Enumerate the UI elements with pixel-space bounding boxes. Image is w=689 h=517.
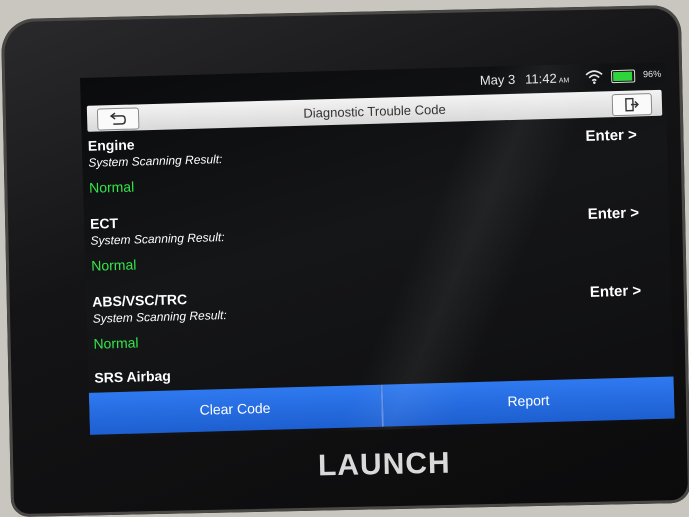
status-badge: Normal: [88, 178, 135, 196]
system-name: ECT: [89, 214, 119, 232]
screen: May 3 11:42 AM 96% Diagnostic Trouble Cod…: [80, 61, 675, 438]
brand-logo: LAUNCH: [317, 446, 451, 483]
clear-code-button[interactable]: Clear Code: [88, 384, 382, 435]
system-list: Engine System Scanning Result: Normal En…: [82, 120, 673, 370]
scan-result-label: System Scanning Result:: [88, 152, 223, 170]
system-name: Engine: [87, 136, 135, 154]
battery-fill: [613, 71, 633, 82]
scan-result-label: System Scanning Result:: [92, 307, 227, 326]
scan-result-label: System Scanning Result:: [90, 230, 225, 248]
status-badge: Normal: [93, 334, 139, 352]
partial-system-name: SRS Airbag: [94, 367, 172, 386]
enter-button[interactable]: Enter >: [587, 204, 639, 222]
exit-button[interactable]: [611, 93, 653, 117]
enter-button[interactable]: Enter >: [590, 282, 642, 300]
battery-icon: [610, 69, 636, 84]
exit-icon: [625, 97, 639, 112]
report-button[interactable]: Report: [380, 376, 675, 427]
system-name: ABS/VSC/TRC: [92, 291, 188, 310]
battery-percent: 96%: [642, 68, 662, 80]
status-date: May 3: [479, 71, 516, 88]
status-badge: Normal: [91, 256, 137, 274]
list-item: ABS/VSC/TRC System Scanning Result: Norm…: [86, 276, 673, 370]
enter-button[interactable]: Enter >: [585, 126, 637, 144]
status-time: 11:42 AM: [524, 70, 570, 87]
wifi-icon: [585, 70, 603, 84]
